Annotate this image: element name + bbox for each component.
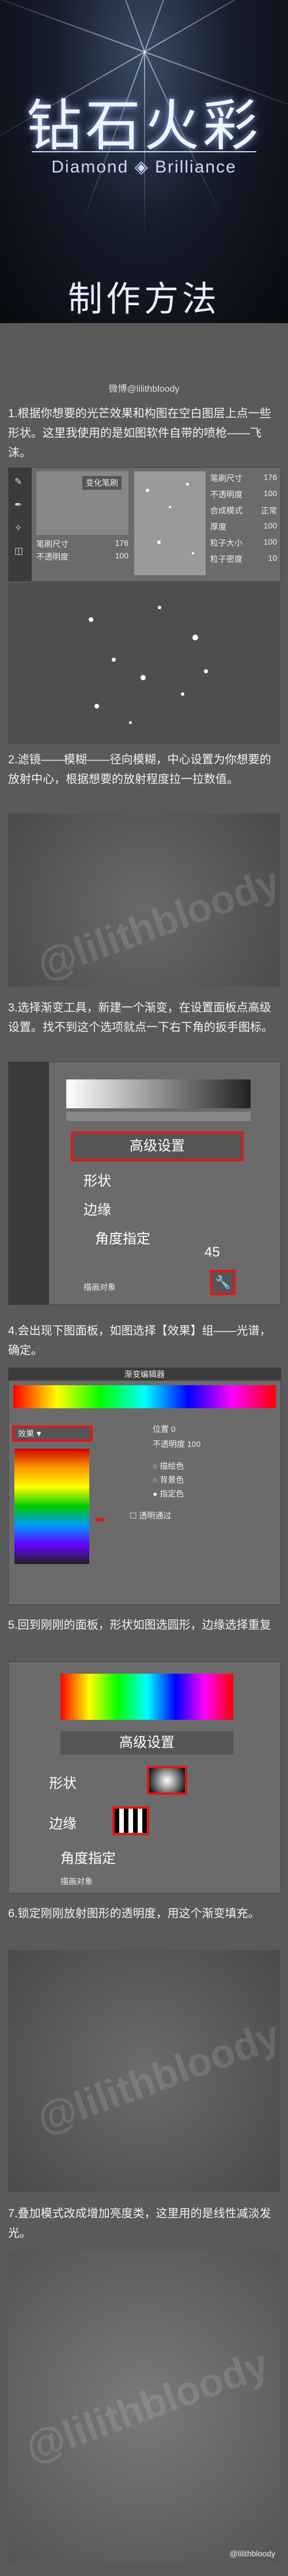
section-title: 制作方法: [68, 279, 220, 320]
opacity-row[interactable]: 不透明度 100: [153, 1438, 200, 1450]
light-ray: [144, 0, 288, 53]
subtitle-right: Brilliance: [155, 158, 237, 177]
left-row: 笔刷尺寸 176: [36, 538, 128, 549]
brush-icon[interactable]: ✎: [14, 476, 22, 488]
angle-label[interactable]: 角度指定: [60, 1847, 116, 1867]
setting-row[interactable]: 厚度 100: [210, 521, 277, 537]
circle-shape-option[interactable]: [147, 1766, 187, 1795]
advanced-settings-label[interactable]: 高级设置: [60, 1731, 233, 1754]
angle-label[interactable]: 角度指定: [95, 1227, 150, 1247]
edge-label: 边缘: [49, 1816, 77, 1832]
left-row: 不透明度 100: [36, 551, 128, 561]
step-4-text: 4.会出现下图面板，如图选择【效果】组——光谱，确定。: [8, 1325, 271, 1357]
watermark: @lilithbloody: [31, 858, 280, 987]
tool-strip: [9, 1062, 49, 1304]
shape-label: 形状: [49, 1776, 77, 1791]
scatter-shapes: [8, 583, 280, 744]
step-2-text: 2.滤镜——模糊——径向模糊，中心设置为你想要的放射中心，根据想要的放射程度拉一…: [8, 753, 271, 786]
right-brush-settings: 笔刷尺寸 176 不透明度 100 合成模式 正常 厚度 100 粒子大小 10…: [210, 473, 277, 569]
step-1-text: 1.根据你想要的光芒效果和构图在空白图层上点一些形状。这里我使用的是如图软件自带…: [8, 407, 271, 459]
pen-icon[interactable]: ✒: [14, 499, 22, 511]
step-3-text: 3.选择渐变工具，新建一个渐变，在设置面板点高级设置。找不到这个选项就点一下右下…: [8, 1002, 273, 1034]
spectrum-gradient: [60, 1674, 233, 1720]
setting-row[interactable]: 笔刷尺寸 176: [210, 473, 277, 489]
watermark: @lilithbloody: [19, 2341, 274, 2471]
credit-line: 微博@lilithbloody: [108, 384, 180, 394]
group-select[interactable]: 效果 ▾: [12, 1426, 93, 1442]
advanced-settings-button[interactable]: 高级设置: [71, 1131, 244, 1161]
setting-row[interactable]: 粒子大小 100: [210, 537, 277, 553]
setting-row[interactable]: 粒子密度 10: [210, 553, 277, 569]
final-result: @lilithbloody @lilithbloody: [8, 2250, 280, 2562]
setting-row[interactable]: 不透明度 100: [210, 489, 277, 505]
repeat-edge-option[interactable]: [112, 1806, 149, 1835]
page-title: 钻石火彩: [26, 93, 262, 158]
edge-label: 边缘: [84, 1202, 111, 1218]
arrow-icon: ➡: [95, 1512, 106, 1527]
gradient-list[interactable]: [14, 1449, 89, 1564]
page-subtitle: Diamond ◈ Brilliance: [0, 157, 288, 177]
subtitle-left: Diamond: [51, 158, 129, 177]
brush-preview: 变化笔刷: [36, 471, 128, 535]
gradient-panel-screenshot: 高级设置 形状 边缘 角度指定 45 描画对象 🔧: [8, 1062, 281, 1305]
position-row[interactable]: 位置 0: [153, 1423, 176, 1435]
spectrum-preview: [13, 1385, 276, 1408]
watermark: @lilithbloody: [31, 2012, 280, 2142]
hero-banner: 钻石火彩 Diamond ◈ Brilliance 制作方法: [0, 0, 288, 323]
title-divider: [32, 151, 256, 152]
footer-credit: @lilithbloody: [229, 2549, 275, 2558]
step-6-text: 6.锁定刚刚放射图形的透明度，用这个渐变填充。: [8, 1907, 260, 1920]
gradient-preview: [66, 1079, 251, 1108]
angle-value[interactable]: 45: [204, 1244, 220, 1261]
radial-blur-result: @lilithbloody: [8, 813, 280, 987]
dialog-title: 渐变编辑器: [9, 1368, 281, 1381]
transparent-checkbox[interactable]: ☐ 透明通过: [130, 1510, 171, 1521]
gradient-stops[interactable]: [66, 1112, 251, 1121]
radio-draw-color[interactable]: ○ 描绘色: [153, 1460, 184, 1472]
particle-preview: [134, 471, 206, 575]
gradient-dialog-screenshot: 渐变编辑器 效果 ▾ ➡ 位置 0 不透明度 100 ○ 描绘色 ○ 背景色 ●…: [8, 1367, 281, 1605]
step-7-text: 7.叠加模式改成增加亮度类，这里用的是线性减淡发光。: [8, 2207, 271, 2240]
brush-tab[interactable]: 变化笔刷: [82, 476, 122, 490]
wrench-icon[interactable]: 🔧: [210, 1270, 236, 1295]
bottom-label: 描画对象: [60, 1877, 93, 1886]
bottom-label: 描画对象: [84, 1283, 116, 1292]
radio-specified-color[interactable]: ● 指定色: [153, 1488, 184, 1499]
eraser-icon[interactable]: ◫: [14, 545, 23, 557]
light-ray: [81, 0, 145, 53]
shape-label: 形状: [84, 1173, 111, 1189]
airbrush-icon[interactable]: ✧: [14, 522, 22, 534]
left-brush-settings: 笔刷尺寸 176 不透明度 100: [36, 538, 128, 564]
setting-row[interactable]: 合成模式 正常: [210, 505, 277, 521]
step-5-text: 5.回到刚刚的面板，形状如图选圆形，边缘选择重复: [8, 1619, 271, 1632]
brush-screenshot: ✎ ✒ ✧ ◫ 变化笔刷 笔刷尺寸 176 不透明度 100 笔刷尺寸 176 …: [8, 467, 281, 582]
diamond-icon: ◈: [134, 158, 156, 177]
shape-edge-screenshot: 高级设置 形状 边缘 角度指定 描画对象: [8, 1662, 281, 1893]
light-ray: [144, 0, 209, 53]
radio-bg-color[interactable]: ○ 背景色: [153, 1474, 184, 1486]
tool-strip: ✎ ✒ ✧ ◫: [9, 468, 32, 581]
gradient-filled-result: @lilithbloody: [8, 1950, 280, 2192]
light-ray: [0, 0, 145, 53]
